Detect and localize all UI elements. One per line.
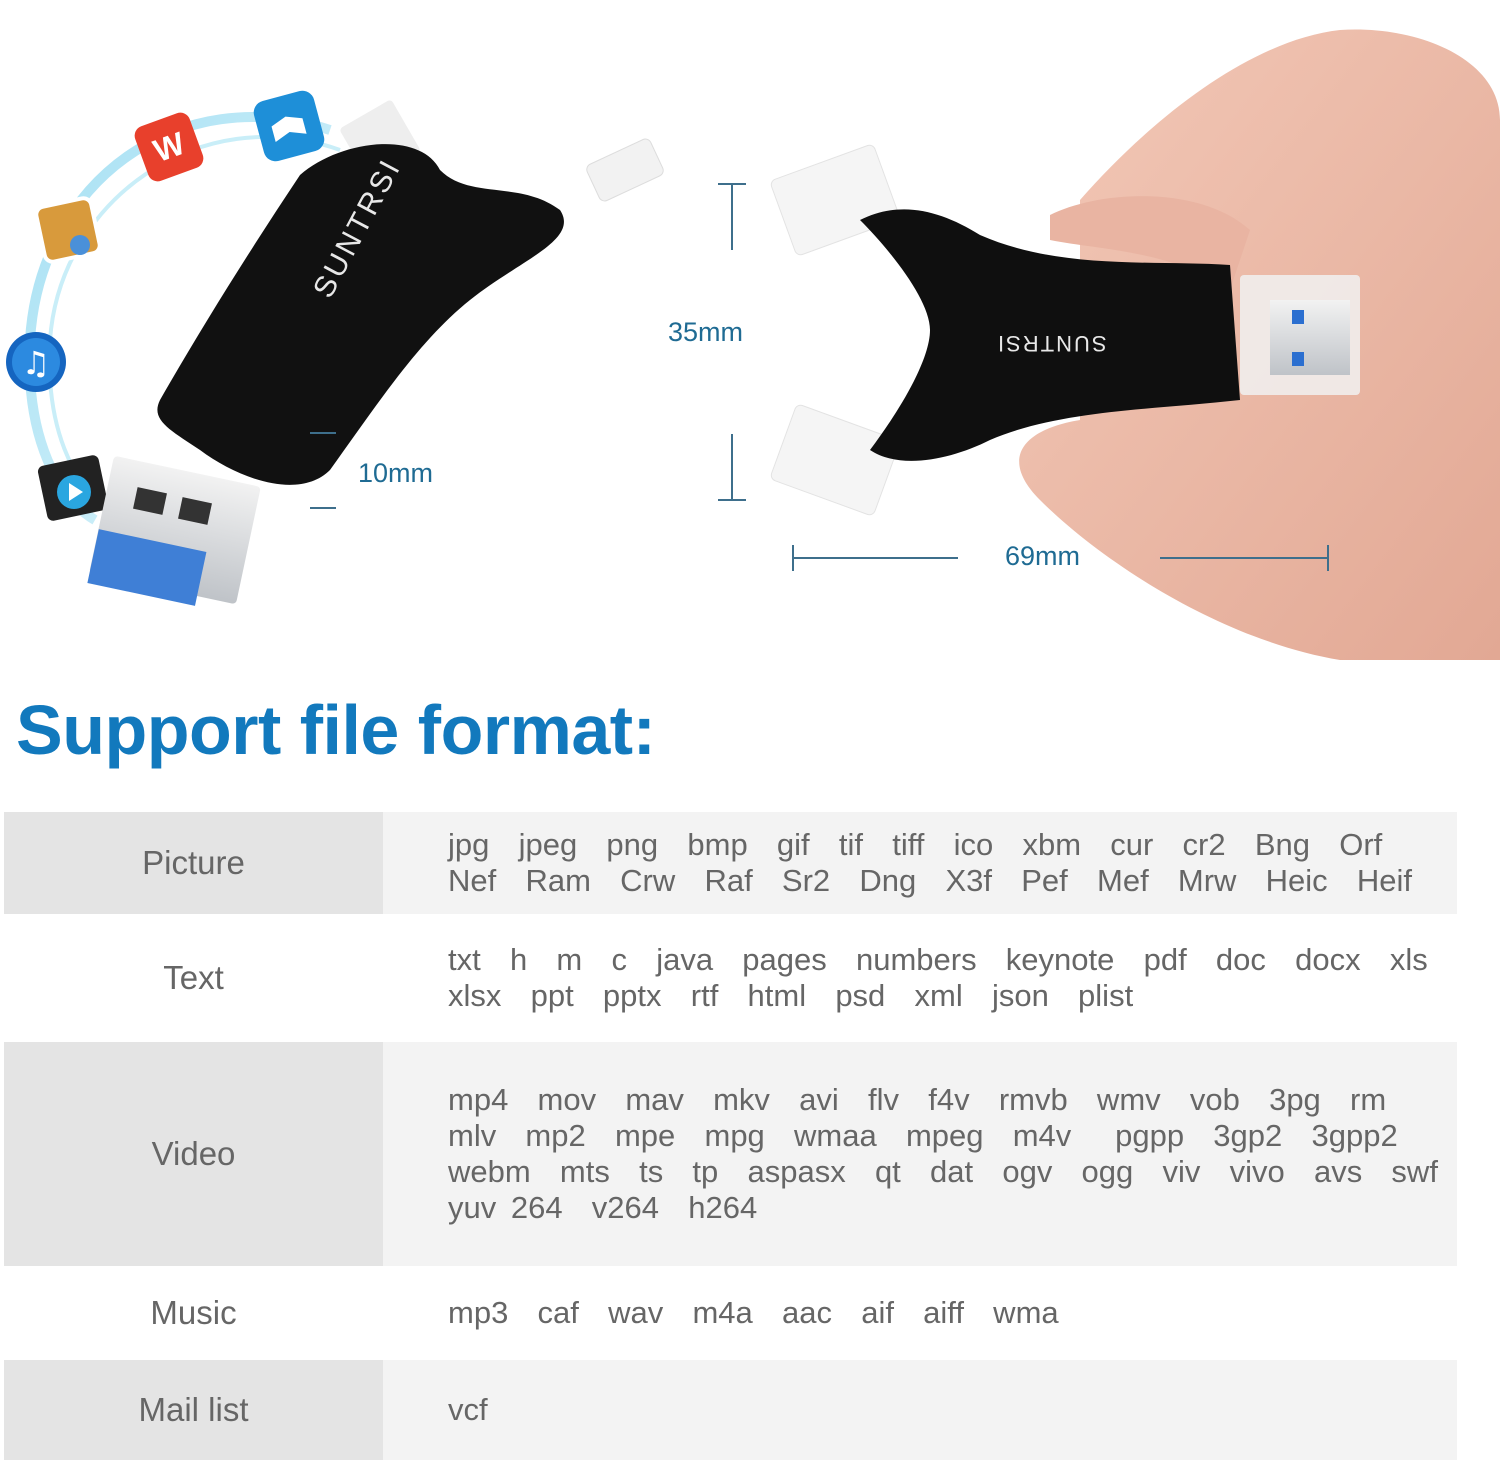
section-title: Support file format: xyxy=(16,691,656,769)
format-line: yuv 264 v264 h264 xyxy=(448,1190,758,1225)
format-list: txt h m c java pages numbers keynote pdf… xyxy=(383,914,1457,1042)
format-category: Mail list xyxy=(4,1360,383,1460)
format-list: jpg jpeg png bmp gif tif tiff ico xbm cu… xyxy=(383,812,1457,914)
format-list: mp3 caf wav m4a aac aif aiff wma xyxy=(383,1266,1457,1360)
format-list: mp4 mov mav mkv avi flv f4v rmvb wmv vob… xyxy=(383,1042,1457,1266)
format-line: webm mts ts tp aspasx qt dat ogv ogg viv… xyxy=(448,1154,1438,1189)
format-line: Nef Ram Crw Raf Sr2 Dng X3f Pef Mef Mrw … xyxy=(448,863,1413,898)
format-line: xlsx ppt pptx rtf html psd xml json plis… xyxy=(448,978,1134,1013)
format-line: txt h m c java pages numbers keynote pdf… xyxy=(448,942,1428,977)
books-icon xyxy=(253,90,325,162)
format-row-picture: Picture jpg jpeg png bmp gif tif tiff ic… xyxy=(4,812,1457,914)
format-row-text: Text txt h m c java pages numbers keynot… xyxy=(4,914,1457,1042)
music-icon: ♫ xyxy=(6,332,66,392)
format-line: mlv mp2 mpe mpg wmaa mpeg m4v pgpp 3gp2 … xyxy=(448,1118,1398,1153)
format-row-music: Music mp3 caf wav m4a aac aif aiff wma xyxy=(4,1266,1457,1360)
format-line: jpg jpeg png bmp gif tif tiff ico xbm cu… xyxy=(448,827,1383,862)
product-illustration: W ♫ SUNTRSI SUNTRSI xyxy=(6,29,1500,660)
file-format-table: Picture jpg jpeg png bmp gif tif tiff ic… xyxy=(4,812,1457,1460)
photos-icon xyxy=(34,196,102,264)
format-list: vcf xyxy=(383,1360,1457,1460)
product-hero-image: W ♫ SUNTRSI SUNTRSI 10mm 35mm 69mm xyxy=(0,0,1500,670)
format-category: Picture xyxy=(4,812,383,914)
format-row-video: Video mp4 mov mav mkv avi flv f4v rmvb w… xyxy=(4,1042,1457,1266)
format-category: Music xyxy=(4,1266,383,1360)
format-line: vcf xyxy=(448,1392,488,1427)
dimension-thickness-label: 10mm xyxy=(358,458,434,488)
dimension-height-label: 35mm xyxy=(668,317,744,347)
brand-label-right: SUNTRSI xyxy=(996,331,1107,356)
format-category: Video xyxy=(4,1042,383,1266)
format-line: mp4 mov mav mkv avi flv f4v rmvb wmv vob… xyxy=(448,1082,1387,1117)
format-line: mp3 caf wav m4a aac aif aiff wma xyxy=(448,1295,1059,1330)
svg-text:♫: ♫ xyxy=(22,344,51,382)
dimension-length-label: 69mm xyxy=(1005,541,1081,571)
format-row-mail-list: Mail list vcf xyxy=(4,1360,1457,1460)
format-category: Text xyxy=(4,914,383,1042)
